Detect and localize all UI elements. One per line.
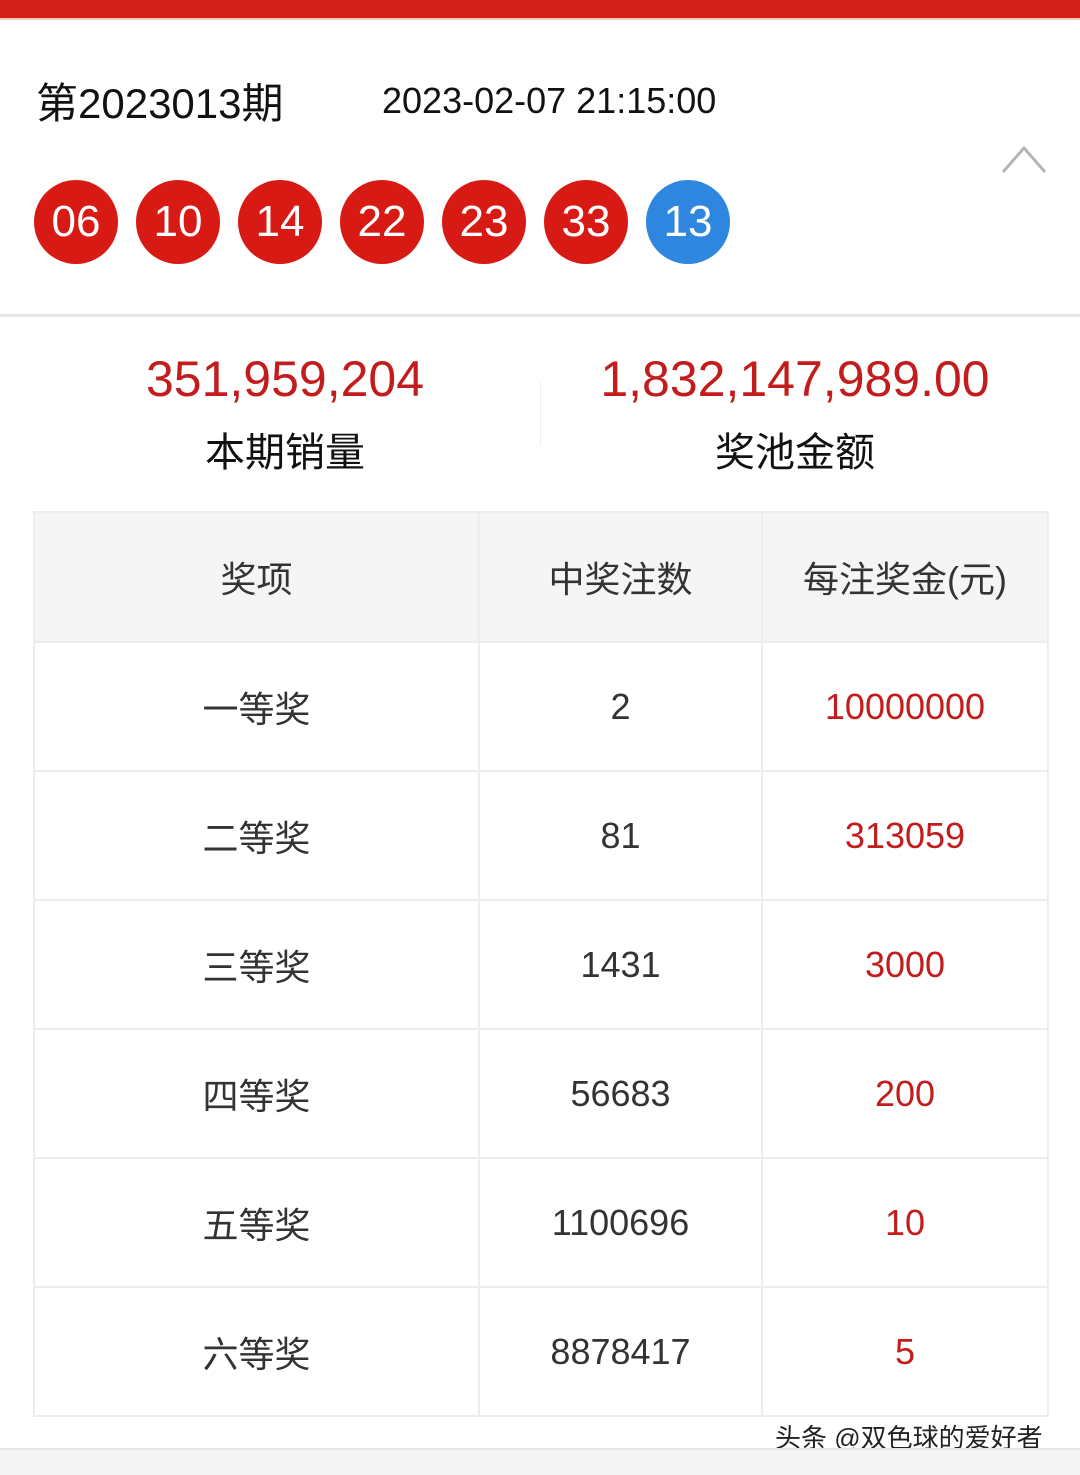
issue-number: 第2023013期 bbox=[36, 80, 284, 127]
winner-count: 8878417 bbox=[478, 1286, 763, 1417]
red-ball: 23 bbox=[442, 180, 526, 264]
sales-label: 本期销量 bbox=[205, 431, 365, 475]
red-ball: 14 bbox=[238, 180, 322, 264]
prize-amount: 10000000 bbox=[761, 641, 1049, 772]
winner-count: 81 bbox=[478, 770, 763, 901]
prize-amount: 10 bbox=[761, 1157, 1049, 1288]
prize-level: 一等奖 bbox=[33, 641, 480, 772]
prize-level: 六等奖 bbox=[33, 1286, 480, 1417]
header-prize: 每注奖金(元) bbox=[761, 511, 1049, 643]
table-header: 奖项 中奖注数 每注奖金(元) bbox=[33, 511, 1049, 643]
bottom-bar bbox=[0, 1448, 1080, 1475]
red-ball: 22 bbox=[340, 180, 424, 264]
header-count: 中奖注数 bbox=[478, 511, 763, 643]
prize-amount: 313059 bbox=[761, 770, 1049, 901]
prize-amount: 3000 bbox=[761, 899, 1049, 1030]
red-ball: 06 bbox=[34, 180, 118, 264]
section-divider bbox=[0, 314, 1080, 317]
chevron-up-icon[interactable] bbox=[1000, 142, 1048, 176]
prize-level: 三等奖 bbox=[33, 899, 480, 1030]
pool-value: 1,832,147,989.00 bbox=[600, 351, 990, 407]
table-row: 六等奖 8878417 5 bbox=[33, 1286, 1049, 1417]
draw-datetime: 2023-02-07 21:15:00 bbox=[382, 80, 717, 121]
table-row: 五等奖 1100696 10 bbox=[33, 1157, 1049, 1288]
table-row: 四等奖 56683 200 bbox=[33, 1028, 1049, 1159]
sales-stat: 351,959,204 本期销量 bbox=[130, 350, 440, 478]
top-bar bbox=[0, 0, 1080, 20]
red-ball: 10 bbox=[136, 180, 220, 264]
prize-amount: 5 bbox=[761, 1286, 1049, 1417]
winning-numbers: 06 10 14 22 23 33 13 bbox=[34, 180, 730, 264]
stat-separator bbox=[540, 382, 541, 446]
winner-count: 56683 bbox=[478, 1028, 763, 1159]
winner-count: 1100696 bbox=[478, 1157, 763, 1288]
table-row: 一等奖 2 10000000 bbox=[33, 641, 1049, 772]
prize-level: 四等奖 bbox=[33, 1028, 480, 1159]
prize-level: 二等奖 bbox=[33, 770, 480, 901]
table-row: 三等奖 1431 3000 bbox=[33, 899, 1049, 1030]
sales-value: 351,959,204 bbox=[145, 351, 425, 407]
winner-count: 2 bbox=[478, 641, 763, 772]
red-ball: 33 bbox=[544, 180, 628, 264]
prize-amount: 200 bbox=[761, 1028, 1049, 1159]
pool-label: 奖池金额 bbox=[715, 431, 875, 475]
table-row: 二等奖 81 313059 bbox=[33, 770, 1049, 901]
prize-table: 奖项 中奖注数 每注奖金(元) 一等奖 2 10000000 二等奖 81 31… bbox=[33, 511, 1049, 1417]
header-level: 奖项 bbox=[33, 511, 480, 643]
prize-level: 五等奖 bbox=[33, 1157, 480, 1288]
blue-ball: 13 bbox=[646, 180, 730, 264]
pool-stat: 1,832,147,989.00 奖池金额 bbox=[590, 350, 1000, 478]
winner-count: 1431 bbox=[478, 899, 763, 1030]
